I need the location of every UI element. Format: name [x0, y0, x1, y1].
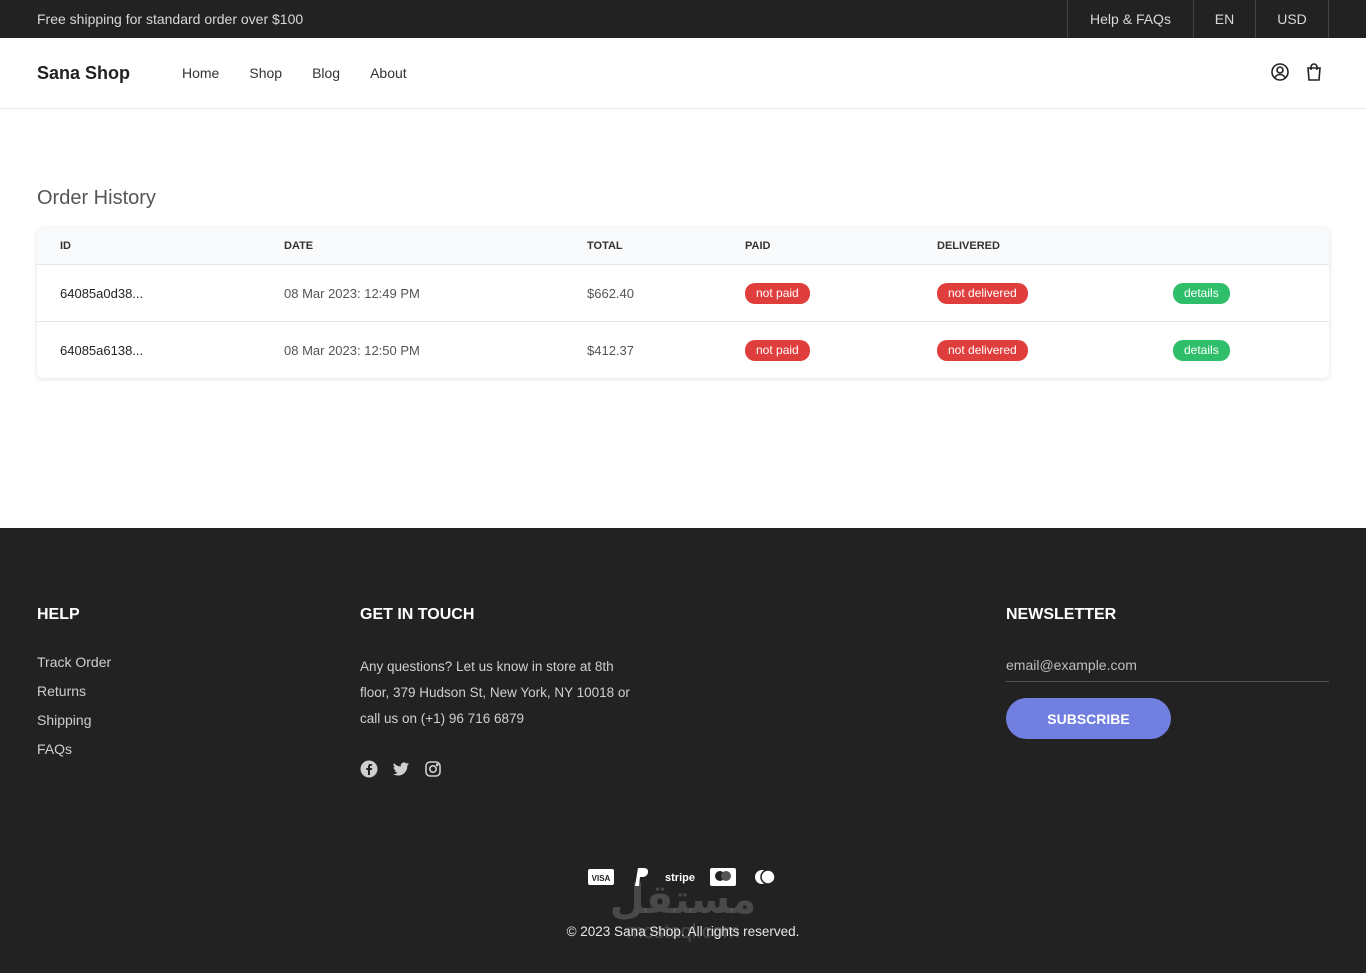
order-history-table: ID DATE TOTAL PAID DELIVERED 64085a0d38.… — [37, 228, 1329, 378]
footer-link-track-order[interactable]: Track Order — [37, 654, 111, 670]
language-selector[interactable]: EN — [1194, 0, 1256, 38]
order-date: 08 Mar 2023: 12:50 PM — [284, 342, 420, 358]
bag-icon[interactable] — [1304, 62, 1324, 82]
top-bar-links: Help & FAQs EN USD — [1067, 0, 1329, 38]
footer-link-faqs[interactable]: FAQs — [37, 741, 111, 757]
details-button[interactable]: details — [1173, 339, 1230, 361]
column-header-delivered: DELIVERED — [937, 240, 1000, 252]
social-links — [360, 760, 630, 778]
main-nav: Home Shop Blog About — [182, 65, 437, 81]
delivered-status-badge: not delivered — [937, 282, 1028, 304]
column-header-total: TOTAL — [587, 240, 623, 252]
order-date: 08 Mar 2023: 12:49 PM — [284, 285, 420, 301]
header-icons — [1270, 62, 1324, 82]
footer: HELP Track Order Returns Shipping FAQs G… — [0, 528, 1366, 973]
table-header: ID DATE TOTAL PAID DELIVERED — [37, 228, 1329, 264]
delivered-status-badge: not delivered — [937, 339, 1028, 361]
currency-selector[interactable]: USD — [1256, 0, 1329, 38]
footer-help-column: HELP Track Order Returns Shipping FAQs — [37, 606, 111, 770]
page-title: Order History — [37, 187, 156, 209]
paid-status-badge: not paid — [745, 339, 810, 361]
footer-link-shipping[interactable]: Shipping — [37, 712, 111, 728]
nav-home[interactable]: Home — [182, 65, 219, 81]
order-id: 64085a0d38... — [60, 285, 144, 301]
subscribe-button[interactable]: SUBSCRIBE — [1006, 698, 1171, 739]
column-header-date: DATE — [284, 240, 314, 252]
details-button[interactable]: details — [1173, 282, 1230, 304]
nav-shop[interactable]: Shop — [249, 65, 282, 81]
main-header: Sana Shop Home Shop Blog About — [0, 38, 1366, 109]
footer-newsletter-title: NEWSLETTER — [1006, 606, 1117, 623]
help-faqs-link[interactable]: Help & FAQs — [1068, 0, 1194, 38]
nav-about[interactable]: About — [370, 65, 407, 81]
order-total: $412.37 — [587, 342, 634, 358]
footer-touch-title: GET IN TOUCH — [360, 606, 475, 623]
footer-link-returns[interactable]: Returns — [37, 683, 111, 699]
instagram-icon[interactable] — [424, 760, 442, 778]
twitter-icon[interactable] — [392, 760, 410, 778]
user-icon[interactable] — [1270, 62, 1290, 82]
column-header-id: ID — [60, 240, 71, 252]
facebook-icon[interactable] — [360, 760, 378, 778]
free-shipping-text: Free shipping for standard order over $1… — [37, 11, 304, 27]
order-total: $662.40 — [587, 285, 634, 301]
logo[interactable]: Sana Shop — [37, 63, 182, 84]
newsletter-email-input[interactable] — [1006, 648, 1329, 682]
table-row: 64085a0d38... 08 Mar 2023: 12:49 PM $662… — [37, 264, 1329, 321]
contact-text: Any questions? Let us know in store at 8… — [360, 659, 630, 726]
nav-blog[interactable]: Blog — [312, 65, 340, 81]
paid-status-badge: not paid — [745, 282, 810, 304]
footer-touch-column: GET IN TOUCH Any questions? Let us know … — [360, 606, 630, 778]
order-id: 64085a6138... — [60, 342, 144, 358]
footer-help-title: HELP — [37, 606, 80, 623]
main-content: Order History ID DATE TOTAL PAID DELIVER… — [0, 109, 1366, 528]
column-header-paid: PAID — [745, 240, 771, 252]
table-row: 64085a6138... 08 Mar 2023: 12:50 PM $412… — [37, 321, 1329, 378]
footer-newsletter-column: NEWSLETTER SUBSCRIBE — [1006, 606, 1329, 739]
copyright-text: © 2023 Sana Shop. All rights reserved. — [566, 924, 800, 939]
top-bar: Free shipping for standard order over $1… — [0, 0, 1366, 38]
